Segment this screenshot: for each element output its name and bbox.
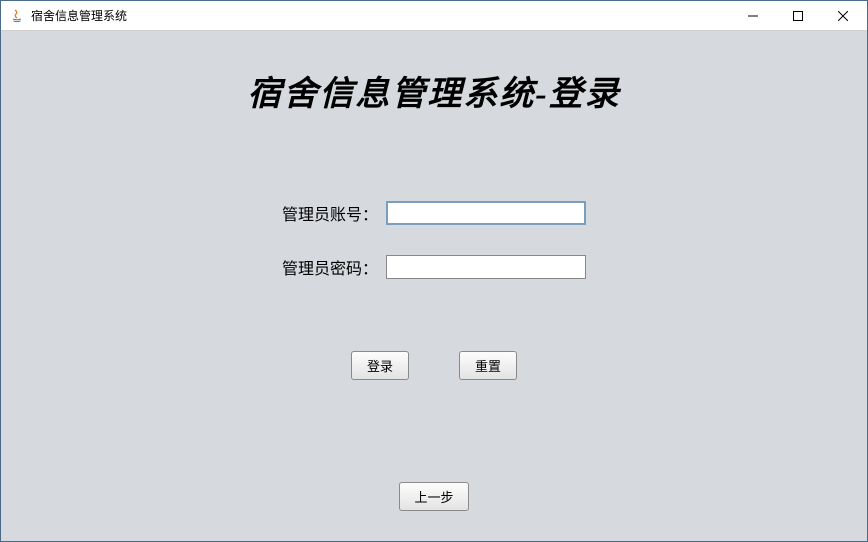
action-buttons: 登录 重置 bbox=[1, 351, 867, 380]
java-app-icon bbox=[9, 8, 25, 24]
password-row: 管理员密码： bbox=[282, 255, 586, 279]
password-input[interactable] bbox=[386, 255, 586, 279]
content-area: 宿舍信息管理系统-登录 管理员账号： 管理员密码： 登录 重置 上一步 bbox=[1, 31, 867, 541]
window-controls bbox=[730, 1, 865, 30]
username-label: 管理员账号： bbox=[282, 201, 378, 225]
app-window: 宿舍信息管理系统 宿舍信息管理系统-登录 管理员账号： 管理员密码： bbox=[0, 0, 868, 542]
titlebar: 宿舍信息管理系统 bbox=[1, 1, 867, 31]
username-row: 管理员账号： bbox=[282, 201, 586, 225]
window-title: 宿舍信息管理系统 bbox=[31, 7, 730, 24]
login-button[interactable]: 登录 bbox=[351, 351, 409, 380]
reset-button[interactable]: 重置 bbox=[459, 351, 517, 380]
page-title: 宿舍信息管理系统-登录 bbox=[1, 66, 867, 115]
close-button[interactable] bbox=[820, 1, 865, 30]
password-label: 管理员密码： bbox=[282, 255, 378, 279]
back-button[interactable]: 上一步 bbox=[399, 482, 468, 511]
login-form: 管理员账号： 管理员密码： bbox=[1, 201, 867, 309]
maximize-button[interactable] bbox=[775, 1, 820, 30]
minimize-button[interactable] bbox=[730, 1, 775, 30]
back-row: 上一步 bbox=[1, 482, 867, 511]
username-input[interactable] bbox=[386, 201, 586, 225]
